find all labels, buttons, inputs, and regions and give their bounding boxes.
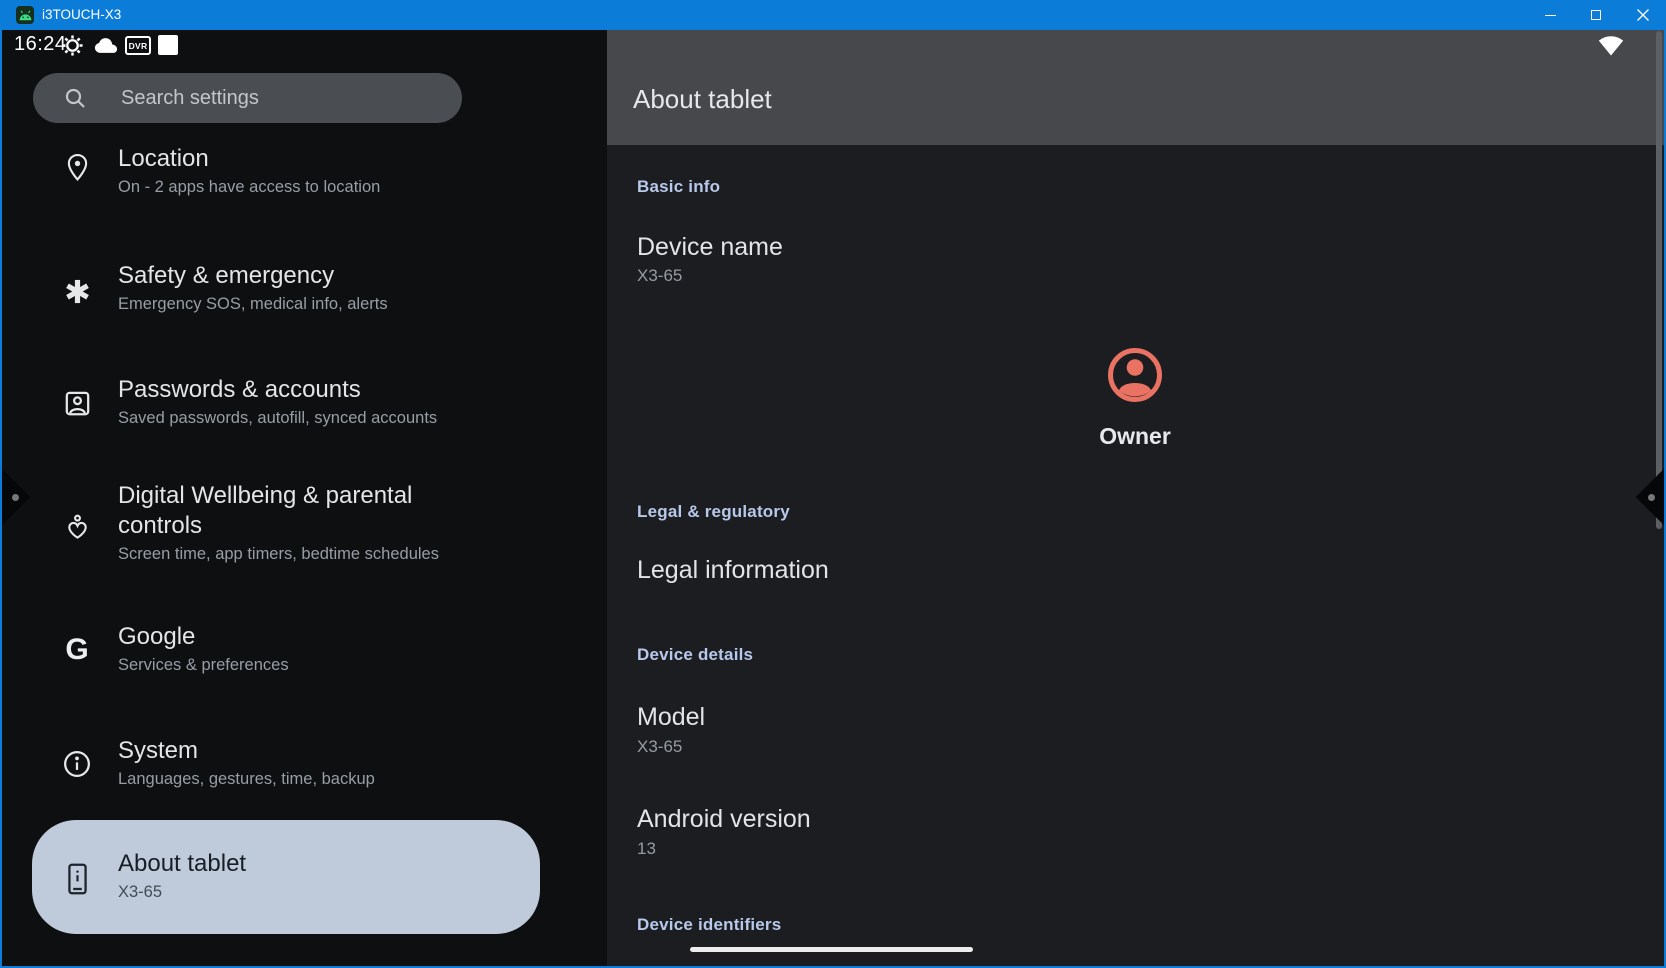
wellbeing-heart-icon [60,510,94,544]
model-row[interactable]: Model [637,703,705,732]
legal-information-row[interactable]: Legal information [637,556,829,585]
contact-card-icon [60,386,94,420]
sidebar-item-label: Digital Wellbeing & parental controls [118,481,468,541]
sidebar-item-sublabel: Emergency SOS, medical info, alerts [118,294,518,314]
left-handle-dot-icon [12,494,19,501]
android-app-icon [16,6,34,24]
search-input[interactable] [119,73,449,123]
page-title: About tablet [633,84,772,115]
window-border-left [0,30,2,968]
section-header-device-details: Device details [637,645,753,665]
section-header-legal: Legal & regulatory [637,502,790,522]
minimize-icon [1545,15,1556,16]
model-value: X3-65 [637,737,682,757]
close-icon [1637,9,1649,21]
minimize-button[interactable] [1527,0,1573,30]
window-titlebar: i3TOUCH-X3 [0,0,1666,30]
search-icon [63,86,87,110]
sidebar-item-sublabel: On - 2 apps have access to location [118,177,518,197]
section-header-device-identifiers: Device identifiers [637,915,781,935]
settings-gear-icon [62,35,83,61]
owner-avatar-icon [1108,348,1162,402]
sidebar-item-label: Passwords & accounts [118,375,518,405]
android-version-row[interactable]: Android version [637,805,811,834]
right-handle-dot-icon [1648,494,1655,501]
search-settings-bar[interactable] [33,73,462,123]
vertical-scrollbar-thumb[interactable] [1656,31,1662,529]
section-header-basic-info: Basic info [637,177,720,197]
close-button[interactable] [1620,0,1666,30]
remote-viewer-window: i3TOUCH-X3 16:24 DVR [0,0,1666,968]
device-name-value: X3-65 [637,266,682,286]
gesture-navigation-bar[interactable] [690,947,973,952]
sidebar-item-sublabel: Saved passwords, autofill, synced accoun… [118,408,518,428]
status-clock: 16:24 [14,33,67,56]
sidebar-item-label: About tablet [118,849,518,879]
sidebar-item-sublabel: Services & preferences [118,655,518,675]
owner-profile[interactable]: Owner [1035,348,1235,450]
cloud-icon [94,37,118,59]
tablet-icon [60,862,94,896]
sidebar-item-sublabel: X3-65 [118,882,518,902]
android-version-value: 13 [637,839,656,859]
sidebar-item-label: Google [118,622,518,652]
info-circle-icon [60,747,94,781]
wifi-icon [1598,36,1624,61]
sidebar-item-label: Location [118,144,518,174]
sidebar-item-label: Safety & emergency [118,261,518,291]
sidebar-item-label: System [118,736,518,766]
maximize-button[interactable] [1573,0,1619,30]
asterisk-icon [60,274,94,308]
location-pin-icon [60,150,94,184]
maximize-icon [1591,10,1601,20]
dvr-status-icon: DVR [125,36,151,55]
google-g-icon: G [60,633,94,667]
sidebar-item-sublabel: Screen time, app timers, bedtime schedul… [118,544,468,564]
device-name-row[interactable]: Device name [637,233,783,262]
square-status-icon [158,35,178,55]
sidebar-item-sublabel: Languages, gestures, time, backup [118,769,518,789]
owner-label: Owner [1035,423,1235,450]
window-title: i3TOUCH-X3 [42,0,121,30]
